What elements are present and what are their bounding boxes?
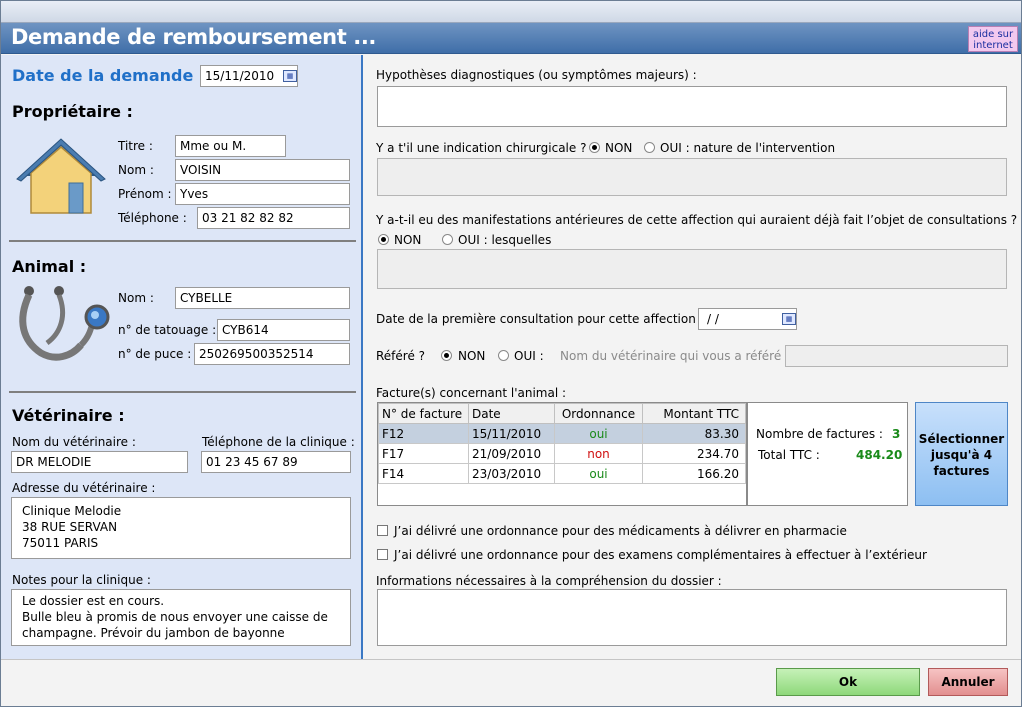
divider	[9, 391, 356, 393]
total-value: 484.20	[856, 448, 903, 462]
request-date-label: Date de la demande :	[12, 66, 206, 85]
animal-chip-field[interactable]: 250269500352514	[194, 343, 350, 365]
previous-no-radio[interactable]	[378, 234, 389, 245]
owner-lastname-field[interactable]: VOISIN	[175, 159, 350, 181]
clinic-phone-label: Téléphone de la clinique :	[202, 435, 355, 449]
invoice-number: F14	[378, 463, 469, 484]
table-header-row: N° de facture Date Ordonnance Montant TT…	[378, 403, 746, 424]
pharmacy-checkbox[interactable]	[377, 525, 388, 536]
owner-firstname-label: Prénom :	[118, 187, 172, 201]
invoice-amount: 83.30	[642, 423, 746, 444]
exams-checkbox-label: J’ai délivré une ordonnance pour des exa…	[394, 548, 927, 562]
column-header[interactable]: Montant TTC	[642, 403, 746, 424]
request-date-value: 15/11/2010	[205, 69, 275, 83]
divider	[9, 240, 356, 242]
previous-yes-label: OUI : lesquelles	[458, 233, 552, 247]
invoice-amount: 166.20	[642, 463, 746, 484]
pharmacy-checkbox-label: J’ai délivré une ordonnance pour des méd…	[394, 524, 847, 538]
animal-chip-label: n° de puce :	[118, 347, 192, 361]
column-header[interactable]: Date	[468, 403, 555, 424]
animal-name-field[interactable]: CYBELLE	[175, 287, 350, 309]
referred-label: Référé ?	[376, 349, 426, 363]
invoices-summary: Nombre de factures : 3 Total TTC : 484.2…	[747, 402, 908, 506]
surgery-nature-field[interactable]	[377, 158, 1007, 196]
help-internet-button[interactable]: aide sur internet	[968, 26, 1018, 52]
invoice-prescription: oui	[554, 463, 643, 484]
previous-details-field[interactable]	[377, 249, 1007, 289]
calendar-icon[interactable]: ▦	[782, 313, 796, 325]
invoice-date: 15/11/2010	[468, 423, 555, 444]
invoice-count-value: 3	[892, 427, 901, 441]
table-row[interactable]: F17 21/09/2010 non 234.70	[378, 443, 746, 464]
select-invoices-button[interactable]: Sélectionner jusqu'à 4 factures	[915, 402, 1008, 506]
dialog-header: Demande de remboursement ... aide sur in…	[1, 23, 1021, 54]
invoice-prescription: non	[554, 443, 643, 464]
referred-yes-radio[interactable]	[498, 350, 509, 361]
previous-no-label: NON	[394, 233, 422, 247]
cancel-button[interactable]: Annuler	[928, 668, 1008, 696]
referred-no-radio[interactable]	[441, 350, 452, 361]
column-header[interactable]: Ordonnance	[554, 403, 643, 424]
invoice-count-label: Nombre de factures :	[756, 427, 883, 441]
exams-checkbox[interactable]	[377, 549, 388, 560]
invoice-date: 21/09/2010	[468, 443, 555, 464]
invoice-number: F12	[378, 423, 469, 444]
owner-title-field[interactable]: Mme ou M.	[175, 135, 286, 157]
owner-lastname-label: Nom :	[118, 163, 154, 177]
calendar-icon[interactable]: ▦	[283, 70, 297, 82]
vet-name-label: Nom du vétérinaire :	[12, 435, 136, 449]
previous-question-label: Y a-t-il eu des manifestations antérieur…	[376, 213, 1018, 227]
animal-heading: Animal :	[12, 257, 87, 276]
left-panel: Date de la demande : 15/11/2010 ▦ Propri…	[1, 55, 363, 659]
animal-tattoo-field[interactable]: CYB614	[217, 319, 350, 341]
stethoscope-icon	[19, 286, 110, 361]
vet-name-field[interactable]: DR MELODIE	[11, 451, 188, 473]
vet-address-label: Adresse du vétérinaire :	[12, 481, 156, 495]
owner-phone-field[interactable]: 03 21 82 82 82	[197, 207, 350, 229]
invoices-label: Facture(s) concernant l'animal :	[376, 386, 567, 400]
window-titlebar[interactable]	[1, 1, 1021, 23]
owner-firstname-field[interactable]: Yves	[175, 183, 350, 205]
hypotheses-label: Hypothèses diagnostiques (ou symptômes m…	[376, 68, 697, 82]
vet-heading: Vétérinaire :	[12, 406, 125, 425]
surgery-yes-radio[interactable]	[644, 142, 655, 153]
clinic-notes-label: Notes pour la clinique :	[12, 573, 151, 587]
owner-title-label: Titre :	[118, 139, 153, 153]
referrer-label: Nom du vétérinaire qui vous a référé :	[560, 349, 790, 363]
total-label: Total TTC :	[758, 448, 820, 462]
surgery-yes-label: OUI : nature de l'intervention	[660, 141, 836, 155]
table-row[interactable]: F14 23/03/2010 oui 166.20	[378, 463, 746, 484]
info-label: Informations nécessaires à la compréhens…	[376, 574, 722, 588]
owner-phone-label: Téléphone :	[118, 211, 187, 225]
dialog-title: Demande de remboursement ...	[11, 25, 376, 49]
invoice-prescription: oui	[554, 423, 643, 444]
referred-no-label: NON	[458, 349, 486, 363]
invoices-table: N° de facture Date Ordonnance Montant TT…	[377, 402, 747, 506]
hypotheses-field[interactable]	[377, 86, 1007, 127]
invoice-number: F17	[378, 443, 469, 464]
first-consult-label: Date de la première consultation pour ce…	[376, 312, 707, 326]
column-header[interactable]: N° de facture	[378, 403, 469, 424]
animal-tattoo-label: n° de tatouage :	[118, 323, 217, 337]
referrer-field[interactable]	[785, 345, 1008, 367]
dialog-window: Demande de remboursement ... aide sur in…	[0, 0, 1022, 707]
invoice-amount: 234.70	[642, 443, 746, 464]
surgery-no-label: NON	[605, 141, 633, 155]
invoice-date: 23/03/2010	[468, 463, 555, 484]
surgery-question-label: Y a t'il une indication chirurgicale ?	[376, 141, 587, 155]
clinic-notes-field[interactable]: Le dossier est en cours. Bulle bleu à pr…	[11, 589, 351, 646]
surgery-no-radio[interactable]	[589, 142, 600, 153]
animal-name-label: Nom :	[118, 291, 154, 305]
referred-yes-label: OUI :	[514, 349, 544, 363]
house-icon	[16, 138, 106, 214]
ok-button[interactable]: Ok	[776, 668, 920, 696]
clinic-phone-field[interactable]: 01 23 45 67 89	[201, 451, 351, 473]
vet-address-field[interactable]: Clinique Melodie 38 RUE SERVAN 75011 PAR…	[11, 497, 351, 559]
owner-heading: Propriétaire :	[12, 102, 133, 121]
info-field[interactable]	[377, 589, 1007, 646]
previous-yes-radio[interactable]	[442, 234, 453, 245]
table-row[interactable]: F12 15/11/2010 oui 83.30	[378, 423, 746, 444]
